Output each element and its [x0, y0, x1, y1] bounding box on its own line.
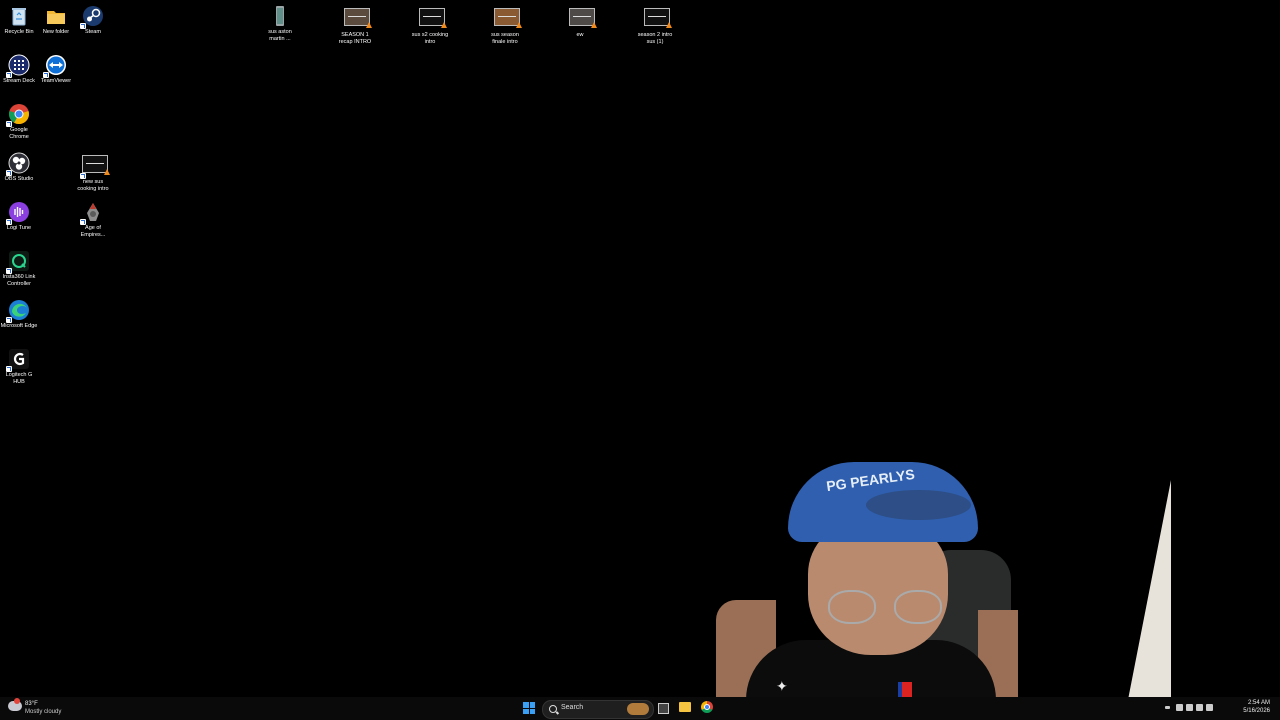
microphone-icon[interactable] — [1176, 704, 1183, 711]
desktop-icon-label: TeamViewer — [40, 78, 72, 84]
jumpman-logo-icon: ✦ — [776, 678, 788, 694]
glasses-icon — [828, 590, 876, 624]
network-icon[interactable] — [1196, 704, 1203, 711]
search-icon — [549, 705, 557, 713]
shortcut-arrow-icon — [6, 317, 12, 323]
shortcut-arrow-icon — [6, 170, 12, 176]
desktop-icon-steam[interactable]: Steam — [74, 5, 112, 36]
desktop-icon-label: Steam — [85, 29, 101, 35]
cloud-sync-icon[interactable] — [1206, 704, 1213, 711]
shortcut-arrow-icon — [80, 23, 86, 29]
desktop-icon-label: Logi Tune — [6, 225, 32, 231]
video-file-icon — [494, 8, 522, 30]
glasses-icon — [894, 590, 942, 624]
file-icon — [269, 5, 291, 27]
shortcut-arrow-icon — [6, 72, 12, 78]
video-file-icon — [344, 8, 372, 30]
teamviewer-icon — [43, 54, 67, 78]
recycle-bin-icon — [8, 5, 30, 27]
video-file-icon — [80, 155, 110, 179]
desktop-icon-label: Microsoft Edge — [0, 323, 38, 329]
file-explorer-icon[interactable] — [679, 702, 691, 712]
desktop-icon-google-chrome[interactable]: Google Chrome — [0, 103, 38, 141]
desktop-icon-label: ew — [576, 32, 584, 38]
desktop-icon-label: Insta360 Link Controller — [2, 274, 36, 287]
nba-logo-icon — [898, 682, 912, 698]
chrome-taskbar-icon[interactable] — [701, 701, 713, 713]
weather-temperature: 83°F — [25, 701, 38, 707]
age-of-empires-icon — [80, 201, 104, 225]
chevron-up-icon[interactable] — [1165, 706, 1170, 709]
edge-icon — [6, 299, 30, 323]
desktop-icon-sus-season-finale-intro[interactable]: sus season finale intro — [486, 5, 524, 46]
desktop-icon-label: New folder — [42, 29, 70, 35]
search-highlight-icon — [627, 703, 649, 715]
shortcut-arrow-icon — [43, 72, 49, 78]
taskbar: 83°F Mostly cloudy Search 2:54 AM 5/16/2… — [0, 697, 1280, 720]
desktop-icon-label: SEASON 1 recap INTRO — [338, 32, 372, 45]
desktop-icon-season-2-intro-sus[interactable]: season 2 intro sus (1) — [636, 5, 674, 46]
desktop-icon-label: Google Chrome — [9, 127, 29, 140]
desktop-icon-stream-deck[interactable]: Stream Deck — [0, 54, 38, 85]
task-view-icon[interactable] — [658, 703, 669, 714]
background-sail — [1126, 480, 1171, 710]
desktop-icon-label: Age of Empires... — [80, 225, 106, 238]
desktop-icon-teamviewer[interactable]: TeamViewer — [37, 54, 75, 85]
weather-description: Mostly cloudy — [25, 709, 62, 715]
shortcut-arrow-icon — [80, 219, 86, 225]
obs-icon — [6, 152, 30, 176]
desktop-icon-new-folder[interactable]: New folder — [37, 5, 75, 36]
windows-logo-icon — [523, 702, 529, 708]
steam-icon — [80, 5, 104, 29]
desktop-icon-ew[interactable]: ew — [561, 5, 599, 39]
taskbar-search[interactable]: Search — [542, 700, 654, 719]
shortcut-arrow-icon — [6, 366, 12, 372]
desktop-icon-insta360[interactable]: Insta360 Link Controller — [0, 250, 38, 288]
clock-date[interactable]: 5/16/2026 — [1243, 708, 1270, 714]
clock-time[interactable]: 2:54 AM — [1248, 700, 1270, 706]
desktop-icon-age-of-empires[interactable]: Age of Empires... — [74, 201, 112, 239]
desktop-icon-recycle-bin[interactable]: Recycle Bin — [0, 5, 38, 36]
shortcut-arrow-icon — [80, 173, 86, 179]
desktop-icon-label: sus s2 cooking intro — [411, 32, 449, 45]
desktop-icon-label: new sus cooking intro — [77, 179, 109, 192]
desktop-icon-label: Recycle Bin — [4, 29, 34, 35]
folder-icon — [45, 5, 67, 27]
system-tray: 2:54 AM 5/16/2026 — [1165, 697, 1280, 720]
desktop-icon-logi-tune[interactable]: Logi Tune — [0, 201, 38, 232]
start-button[interactable] — [523, 702, 535, 714]
desktop-icon-label: season 2 intro sus (1) — [637, 32, 673, 45]
stream-deck-icon — [6, 54, 30, 78]
desktop-icon-label: sus season finale intro — [491, 32, 519, 45]
desktop-icon-logitech-g-hub[interactable]: Logitech G HUB — [0, 348, 38, 386]
desktop-icon-label: OBS Studio — [4, 176, 34, 182]
desktop-icon-microsoft-edge[interactable]: Microsoft Edge — [0, 299, 38, 330]
logi-tune-icon — [6, 201, 30, 225]
shortcut-arrow-icon — [6, 121, 12, 127]
webcam-overlay: ✦ PG PEARLYS — [716, 450, 1180, 720]
shortcut-arrow-icon — [6, 268, 12, 274]
desktop-icon-obs-studio[interactable]: OBS Studio — [0, 152, 38, 183]
desktop-icon-label: Logitech G HUB — [5, 372, 33, 385]
video-file-icon — [569, 8, 597, 30]
desktop-icon-season-1-recap-intro[interactable]: SEASON 1 recap INTRO — [336, 5, 374, 46]
speaker-icon[interactable] — [1186, 704, 1193, 711]
chrome-icon — [6, 103, 30, 127]
desktop-icon-new-sus-cooking-intro[interactable]: new sus cooking intro — [74, 152, 112, 193]
weather-cloud-icon — [8, 698, 22, 711]
search-label: Search — [561, 704, 584, 711]
video-file-icon — [419, 8, 447, 30]
insta360-icon — [6, 250, 30, 274]
cap-brim — [866, 490, 971, 520]
shortcut-arrow-icon — [6, 219, 12, 225]
desktop-icon-sus-s2-cooking-intro[interactable]: sus s2 cooking intro — [411, 5, 449, 46]
desktop-icon-sus-aston-martin[interactable]: sus aston martin ... — [261, 5, 299, 43]
desktop-icon-label: Stream Deck — [3, 78, 35, 84]
desktop-icon-label: sus aston martin ... — [268, 29, 292, 42]
ghub-icon — [6, 348, 30, 372]
video-file-icon — [644, 8, 672, 30]
